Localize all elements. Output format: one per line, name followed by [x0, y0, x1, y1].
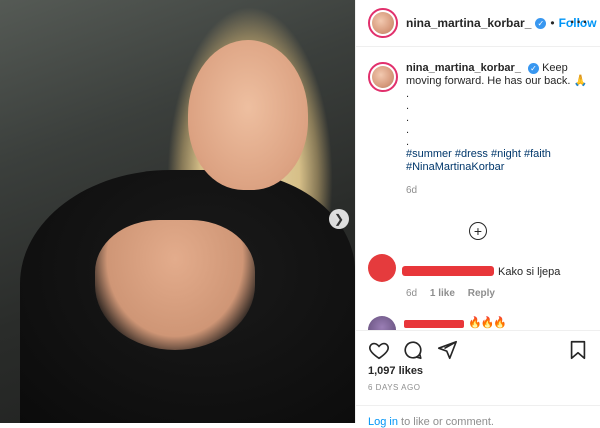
avatar[interactable] — [368, 8, 398, 38]
login-prompt: Log in to like or comment. — [356, 405, 600, 428]
caption-avatar[interactable] — [368, 62, 398, 92]
comment-meta: 6d 1 like Reply — [406, 288, 505, 299]
caption-username[interactable]: nina_martina_korbar_ — [406, 62, 521, 74]
verified-badge-icon: ✓ — [528, 62, 539, 74]
comment-text: Kako si ljepa — [498, 266, 561, 278]
comment-icon[interactable] — [402, 339, 424, 361]
next-photo-button[interactable]: ❯ — [329, 209, 349, 229]
photo-skin — [95, 220, 255, 350]
comment-age[interactable]: 6d — [406, 288, 417, 299]
comment-emoji: 🔥🔥🔥 — [468, 317, 507, 329]
post-sidebar: nina_martina_korbar_ ✓ • Follow ··· nina… — [355, 0, 600, 428]
redacted-username — [404, 320, 464, 328]
load-more-comments-button[interactable]: + — [469, 222, 487, 240]
photo-face — [188, 40, 308, 190]
login-prompt-text: to like or comment. — [397, 416, 494, 428]
post-header: nina_martina_korbar_ ✓ • Follow ··· — [356, 0, 600, 47]
verified-badge-icon: ✓ — [535, 17, 547, 29]
caption-age[interactable]: 6d — [406, 184, 593, 197]
caption-hashtag-name[interactable]: #NinaMartinaKorbar — [406, 161, 593, 174]
chevron-right-icon: ❯ — [333, 212, 345, 226]
bookmark-icon[interactable] — [567, 339, 589, 361]
post-photo[interactable]: ❯ — [0, 0, 355, 423]
separator: • — [550, 16, 555, 30]
caption-dots: . . . . . — [406, 88, 410, 148]
header-username[interactable]: nina_martina_korbar_ — [406, 16, 531, 30]
post-caption: nina_martina_korbar_ ✓ Keep moving forwa… — [368, 62, 593, 197]
commenter-avatar-redacted[interactable] — [368, 254, 396, 282]
comment-reply-button[interactable]: Reply — [468, 288, 495, 299]
likes-count[interactable]: 1,097 likes — [368, 365, 423, 377]
comment-item: 🔥🔥🔥 — [368, 316, 593, 330]
heart-icon[interactable] — [368, 339, 390, 361]
login-link[interactable]: Log in — [368, 416, 398, 428]
plus-circle-icon: + — [473, 223, 483, 239]
share-icon[interactable] — [436, 339, 458, 361]
more-icon[interactable]: ··· — [570, 14, 589, 32]
post-date: 6 DAYS AGO — [368, 383, 421, 392]
commenter-avatar[interactable] — [368, 316, 396, 330]
comment-likes[interactable]: 1 like — [430, 288, 455, 299]
post-actions: 1,097 likes 6 DAYS AGO Log in to like or… — [356, 330, 600, 428]
redacted-username — [402, 266, 494, 276]
caption-hashtags[interactable]: #summer #dress #night #faith — [406, 148, 593, 161]
